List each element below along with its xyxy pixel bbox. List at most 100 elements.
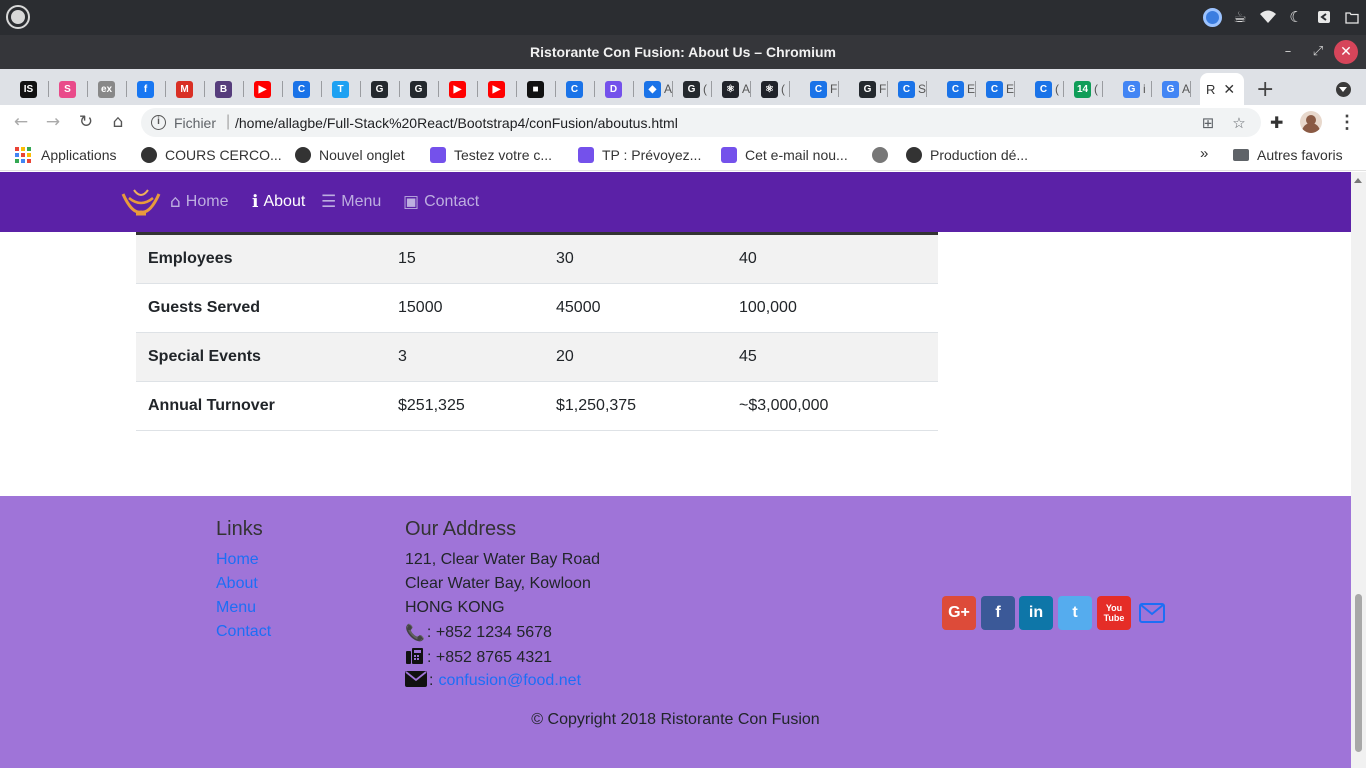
- coffee-icon[interactable]: ☕: [1230, 7, 1250, 27]
- tab-item[interactable]: C(: [1025, 75, 1063, 103]
- tab-search-icon[interactable]: [1336, 82, 1351, 97]
- tab-item[interactable]: Gi: [1113, 75, 1151, 103]
- activities-icon[interactable]: [6, 5, 30, 29]
- nav-item-menu[interactable]: ☰ Menu: [321, 191, 381, 213]
- tab-item[interactable]: B: [205, 75, 243, 103]
- chromium-tray-icon[interactable]: [1202, 7, 1222, 27]
- tab-item[interactable]: ⚛(: [751, 75, 789, 103]
- bookmark-item[interactable]: Testez votre c...: [430, 146, 552, 164]
- tab-item[interactable]: ⚛ A: [712, 75, 750, 103]
- tab-item[interactable]: CF: [800, 75, 838, 103]
- more-bookmarks-icon[interactable]: »: [1200, 145, 1208, 162]
- email-link[interactable]: confusion@food.net: [438, 672, 581, 690]
- tab-item[interactable]: G: [361, 75, 399, 103]
- google-plus-icon[interactable]: G+: [942, 596, 976, 630]
- bookmark-label: Testez votre c...: [454, 147, 553, 163]
- tab-item[interactable]: D: [595, 75, 633, 103]
- site-info-icon[interactable]: i: [151, 115, 166, 130]
- tab-item[interactable]: 14(: [1064, 75, 1102, 103]
- twitter-icon[interactable]: t: [1058, 596, 1092, 630]
- other-bookmarks-folder[interactable]: Autres favoris: [1233, 146, 1343, 164]
- apps-grid-icon: [15, 147, 31, 163]
- footer-link-contact[interactable]: Contact: [216, 623, 271, 641]
- nav-item-contact[interactable]: ▣ Contact: [403, 191, 479, 213]
- tab-item[interactable]: CE: [937, 75, 975, 103]
- youtube-icon: ▶: [254, 80, 271, 98]
- tab-item[interactable]: ◆ A: [634, 75, 672, 103]
- profile-avatar[interactable]: [1300, 111, 1322, 133]
- close-window-button[interactable]: ✕: [1334, 40, 1358, 64]
- reload-icon[interactable]: ↻: [75, 111, 97, 133]
- new-tab-button[interactable]: +: [1256, 77, 1274, 102]
- github-icon: G: [683, 80, 700, 98]
- tab-item[interactable]: ■: [517, 75, 555, 103]
- bookmark-item[interactable]: Cet e-mail nou...: [721, 146, 848, 164]
- tab-item[interactable]: f: [127, 75, 165, 103]
- tab-item[interactable]: ▶: [439, 75, 477, 103]
- tab-item[interactable]: C: [283, 75, 321, 103]
- bookmark-item[interactable]: COURS CERCO...: [141, 146, 282, 164]
- table-row-header: Annual Turnover: [148, 397, 275, 414]
- tab-item[interactable]: T: [322, 75, 360, 103]
- scroll-thumb[interactable]: [1355, 594, 1362, 752]
- phone-number: : +852 1234 5678: [426, 623, 552, 641]
- night-mode-icon[interactable]: ☾: [1286, 7, 1306, 27]
- info-icon: ℹ: [252, 192, 259, 212]
- tab-item[interactable]: GF: [849, 75, 887, 103]
- back-icon[interactable]: ←: [10, 111, 32, 133]
- mail-button[interactable]: [1135, 596, 1169, 630]
- bookmark-star-icon[interactable]: ☆: [1230, 114, 1248, 132]
- nav-item-label: Home: [185, 193, 229, 210]
- wifi-icon[interactable]: [1258, 7, 1278, 27]
- maximize-icon[interactable]: ⤢: [1309, 43, 1327, 61]
- openclassrooms-icon: [721, 147, 737, 163]
- bookmark-item[interactable]: Production dé...: [906, 146, 1028, 164]
- bookmark-label: Cet e-mail nou...: [745, 147, 848, 163]
- fax-number: : +852 8765 4321: [427, 649, 553, 666]
- tab-item[interactable]: IS: [10, 75, 48, 103]
- url-text[interactable]: /home/allagbe/Full-Stack%20React/Bootstr…: [235, 115, 678, 131]
- page-scrollbar[interactable]: [1351, 172, 1366, 768]
- home-icon[interactable]: ⌂: [107, 111, 129, 133]
- table-cell: 30: [556, 250, 574, 267]
- tab-item[interactable]: ▶: [244, 75, 282, 103]
- tab-item[interactable]: ex: [88, 75, 126, 103]
- translate-icon[interactable]: ⊞: [1199, 114, 1217, 132]
- nav-item-about[interactable]: ℹ About: [252, 191, 305, 213]
- tab-item[interactable]: C: [556, 75, 594, 103]
- forward-icon[interactable]: →: [42, 111, 64, 133]
- scroll-up-arrow-icon[interactable]: [1354, 178, 1362, 183]
- bookmark-item[interactable]: Nouvel onglet: [295, 146, 405, 164]
- tab-item[interactable]: GA: [1152, 75, 1190, 103]
- tab-item[interactable]: G: [400, 75, 438, 103]
- tab-label: A: [664, 82, 672, 96]
- table-cell: 15000: [398, 299, 443, 316]
- phone-line: 📞 : +852 1234 5678: [405, 623, 552, 642]
- tab-item[interactable]: CS: [888, 75, 926, 103]
- facebook-icon[interactable]: f: [981, 596, 1015, 630]
- nav-item-home[interactable]: ⌂ Home: [170, 191, 228, 213]
- linkedin-icon[interactable]: in: [1019, 596, 1053, 630]
- close-tab-icon[interactable]: ✕: [1223, 81, 1235, 98]
- footer-link-about[interactable]: About: [216, 575, 258, 593]
- tab-item[interactable]: G(: [673, 75, 711, 103]
- address-bar[interactable]: i Fichier | /home/allagbe/Full-Stack%20R…: [141, 108, 1261, 137]
- menu-kebab-icon[interactable]: ⋮: [1338, 112, 1356, 132]
- folder-icon[interactable]: [1342, 7, 1362, 27]
- bookmark-item[interactable]: TP : Prévoyez...: [578, 146, 701, 164]
- footer-link-home[interactable]: Home: [216, 551, 259, 569]
- restaurant-logo[interactable]: [120, 186, 162, 218]
- fax-line: : +852 8765 4321: [405, 647, 552, 669]
- minimize-icon[interactable]: –: [1279, 43, 1297, 61]
- tab-item[interactable]: S: [49, 75, 87, 103]
- tab-item[interactable]: ▶: [478, 75, 516, 103]
- logout-icon[interactable]: [1314, 7, 1334, 27]
- footer-link-menu[interactable]: Menu: [216, 599, 256, 617]
- tab-item[interactable]: CE: [976, 75, 1014, 103]
- extensions-icon[interactable]: ✚: [1270, 113, 1283, 132]
- tab-item[interactable]: M: [166, 75, 204, 103]
- tab-active[interactable]: R ✕: [1200, 73, 1244, 105]
- youtube-icon[interactable]: You Tube: [1097, 596, 1131, 630]
- bookmark-item[interactable]: [872, 146, 896, 164]
- bookmark-item[interactable]: Applications: [15, 146, 117, 164]
